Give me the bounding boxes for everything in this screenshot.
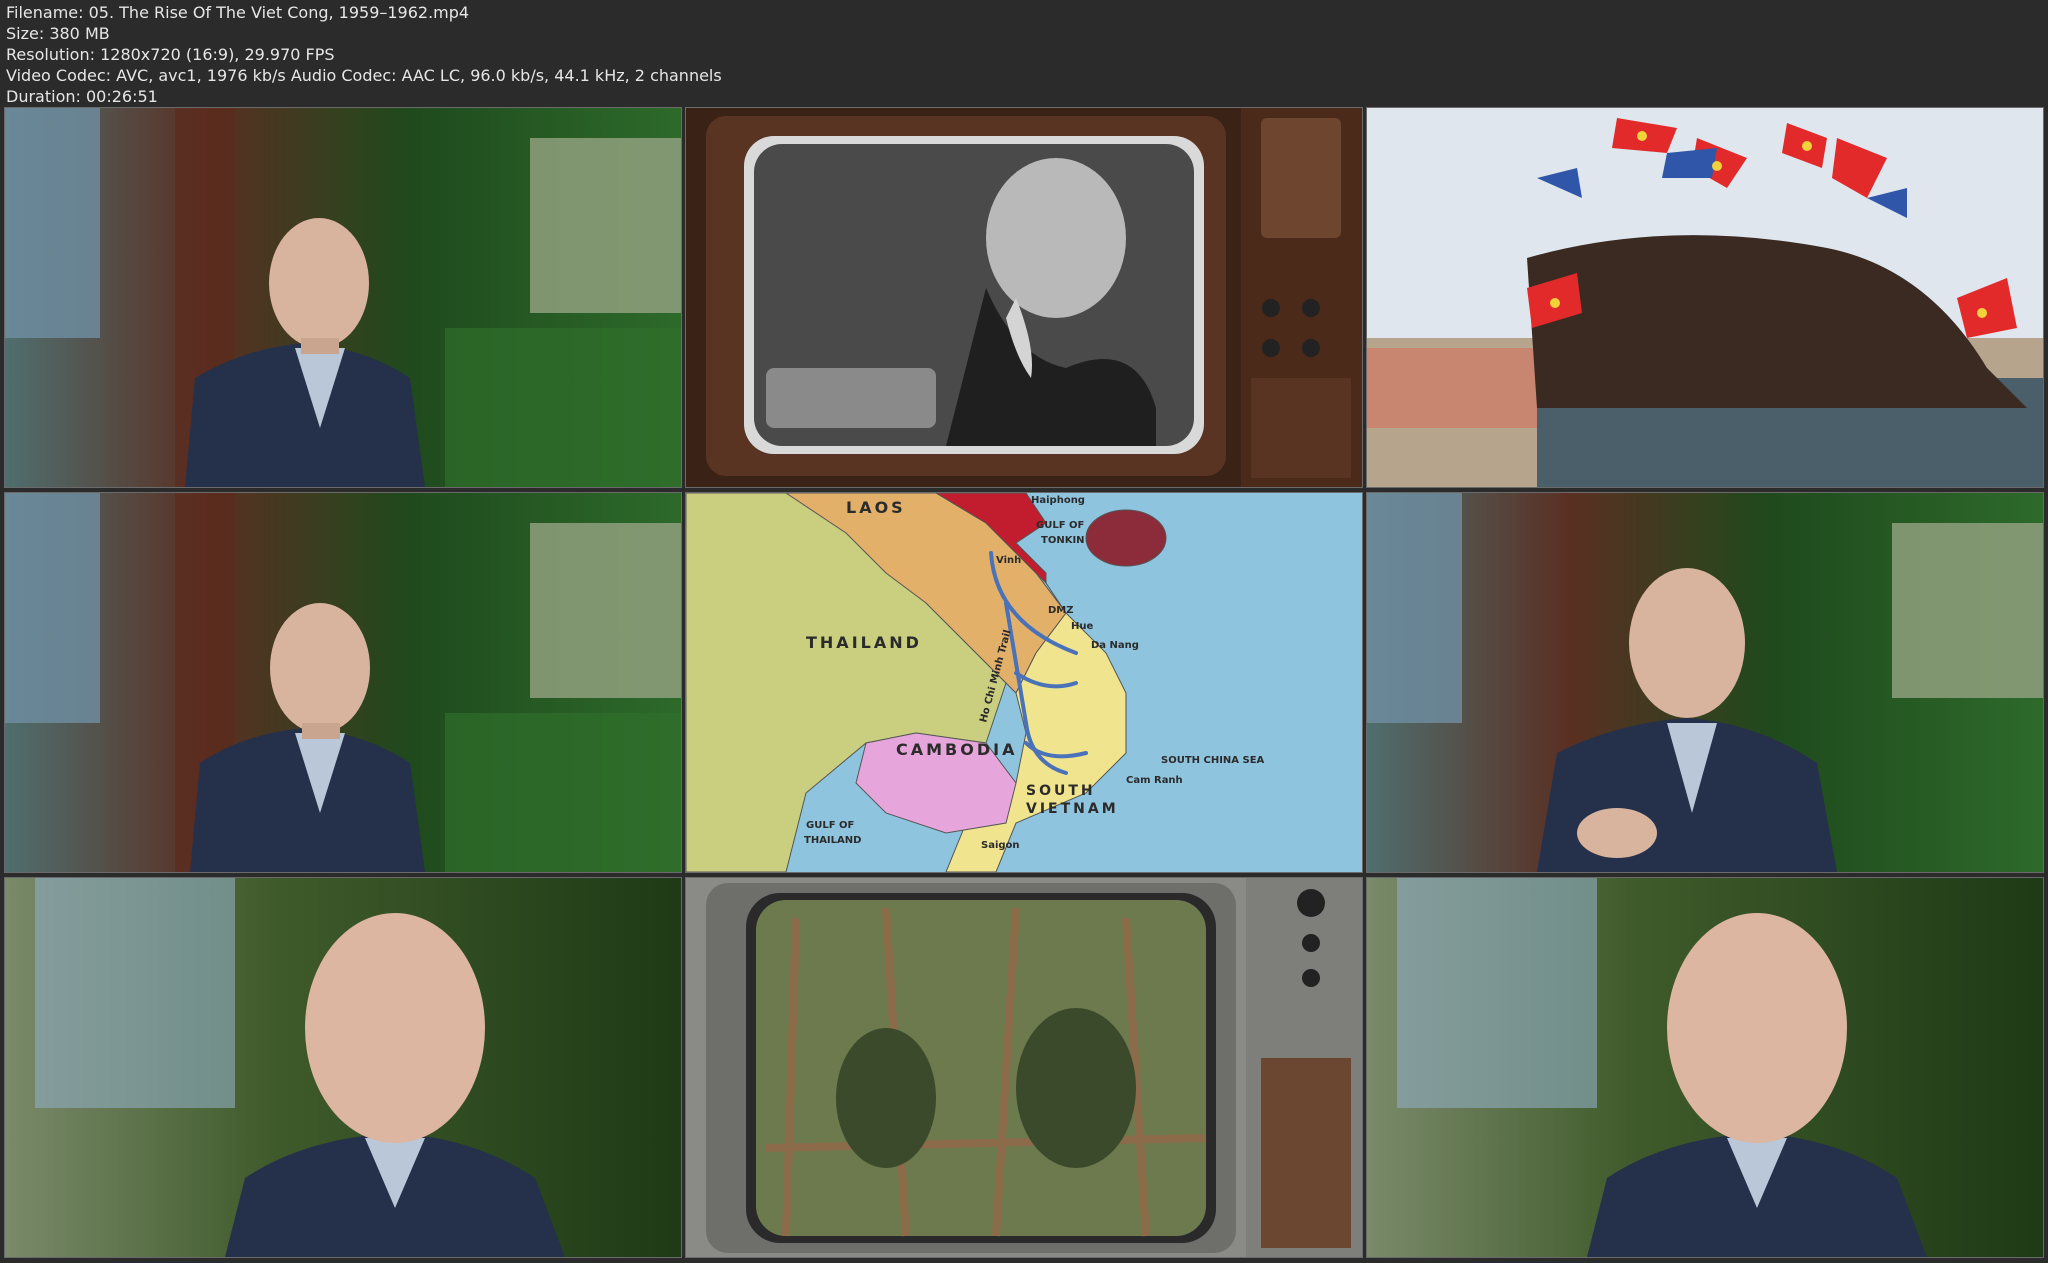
map-label-laos: LAOS xyxy=(846,498,906,517)
map-label-cam-ranh: Cam Ranh xyxy=(1126,775,1183,786)
thumbnail-5-map[interactable]: LAOS THAILAND CAMBODIA SOUTH VIETNAM GUL… xyxy=(685,492,1363,873)
map-label-south: SOUTH xyxy=(1026,783,1096,799)
thumbnail-4-speaker[interactable] xyxy=(4,492,682,873)
map-label-saigon: Saigon xyxy=(981,840,1020,851)
speaker-portrait-icon xyxy=(5,108,681,487)
speaker-portrait-icon xyxy=(1367,878,2043,1257)
map-label-vietnam: VIETNAM xyxy=(1026,801,1119,817)
map-label-gulf-thailand-2: THAILAND xyxy=(804,835,861,846)
thumbnail-6-speaker[interactable] xyxy=(1366,492,2044,873)
map-label-da-nang: Da Nang xyxy=(1091,640,1139,651)
map-label-gulf-tonkin-1: GULF OF xyxy=(1036,520,1084,531)
speaker-portrait-icon xyxy=(5,878,681,1257)
crowd-with-flags-icon xyxy=(1367,108,2043,487)
map-label-cambodia: CAMBODIA xyxy=(896,740,1017,759)
retro-tv-icon xyxy=(686,878,1362,1257)
map-label-hue: Hue xyxy=(1071,621,1093,632)
speaker-portrait-icon xyxy=(5,493,681,872)
map-label-thailand: THAILAND xyxy=(806,633,922,652)
codec-line: Video Codec: AVC, avc1, 1976 kb/s Audio … xyxy=(6,66,722,85)
filename-line: Filename: 05. The Rise Of The Viet Cong,… xyxy=(6,3,470,22)
vietnam-map-icon: LAOS THAILAND CAMBODIA SOUTH VIETNAM GUL… xyxy=(686,493,1362,872)
thumbnail-8-retro-tv-jungle[interactable] xyxy=(685,877,1363,1258)
thumbnail-2-retro-tv[interactable] xyxy=(685,107,1363,488)
map-label-gulf-tonkin-2: TONKIN xyxy=(1041,535,1085,546)
thumbnail-7-speaker-closeup[interactable] xyxy=(4,877,682,1258)
duration-line: Duration: 00:26:51 xyxy=(6,87,158,106)
resolution-line: Resolution: 1280x720 (16:9), 29.970 FPS xyxy=(6,45,335,64)
thumbnail-3-crowd-flags[interactable] xyxy=(1366,107,2044,488)
file-info-header: Filename: 05. The Rise Of The Viet Cong,… xyxy=(6,2,722,107)
thumbnail-grid: LAOS THAILAND CAMBODIA SOUTH VIETNAM GUL… xyxy=(4,107,2044,1258)
map-label-haiphong: Haiphong xyxy=(1031,495,1085,506)
speaker-portrait-icon xyxy=(1367,493,2043,872)
retro-tv-icon xyxy=(686,108,1362,487)
thumbnail-9-speaker-closeup[interactable] xyxy=(1366,877,2044,1258)
thumbnail-1-speaker[interactable] xyxy=(4,107,682,488)
map-label-dmz: DMZ xyxy=(1048,605,1074,616)
map-label-south-china-sea: SOUTH CHINA SEA xyxy=(1161,755,1265,766)
map-label-gulf-thailand-1: GULF OF xyxy=(806,820,854,831)
map-label-vinh: Vinh xyxy=(996,555,1021,566)
size-line: Size: 380 MB xyxy=(6,24,110,43)
